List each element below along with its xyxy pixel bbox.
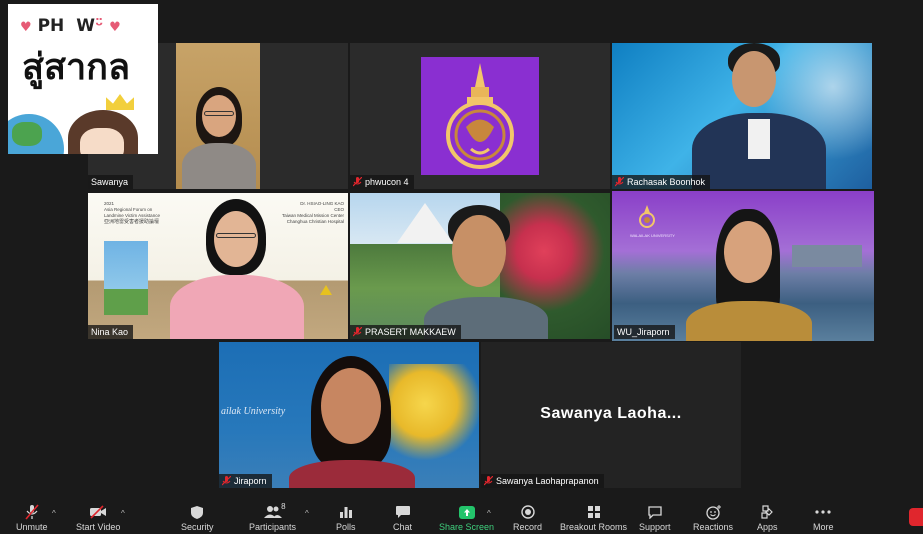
chevron-up-icon[interactable]: ^ <box>52 509 56 518</box>
heart-icon: ♥ <box>20 20 32 35</box>
security-button[interactable]: Security <box>181 504 214 532</box>
breakout-rooms-button[interactable]: Breakout Rooms <box>560 504 627 532</box>
name-tag: Rachasak Boonhok <box>612 175 711 189</box>
support-icon <box>646 504 664 520</box>
more-dots-icon <box>814 504 832 520</box>
video-tile-nina-kao[interactable]: 2021 Asia Regional Forum on Landmine Vic… <box>88 193 348 339</box>
university-logo <box>421 57 539 175</box>
background-caption: ailak University <box>221 406 286 417</box>
smiley-icon <box>704 504 722 520</box>
heart-icon: ♥ <box>109 20 121 35</box>
name-tag: WU_Jiraporn <box>614 325 675 339</box>
mic-muted-icon <box>222 476 231 486</box>
logo-text-thai: สู่สากล <box>22 47 131 88</box>
unmute-button[interactable]: Unmute <box>16 504 48 532</box>
more-button[interactable]: More <box>813 504 834 532</box>
participant-video <box>420 193 560 339</box>
name-tag: Sawanya <box>88 175 134 189</box>
participant-name-display: Sawanya Laoha... <box>540 405 682 423</box>
record-button[interactable]: Record <box>513 504 542 532</box>
name-tag: Jiraporn <box>219 474 272 488</box>
chat-bubble-icon <box>394 504 412 520</box>
polls-button[interactable]: Polls <box>336 504 356 532</box>
chevron-up-icon[interactable]: ^ <box>487 509 491 518</box>
breakout-grid-icon <box>585 504 603 520</box>
chat-button[interactable]: Chat <box>393 504 412 532</box>
character-illustration <box>64 94 144 154</box>
chevron-up-icon[interactable]: ^ <box>121 509 125 518</box>
participants-count: 8 <box>281 502 286 511</box>
video-tile-phwucon4[interactable]: phwucon 4 <box>350 43 610 189</box>
chevron-up-icon[interactable]: ^ <box>305 509 309 518</box>
participant-video <box>682 191 822 341</box>
support-button[interactable]: Support <box>639 504 671 532</box>
background-caption: WALAILAK UNIVERSITY <box>630 233 675 238</box>
meeting-toolbar: Unmute ^ Start Video ^ Security 8 Partic… <box>0 498 923 534</box>
participant-video <box>692 43 832 189</box>
participant-video <box>279 342 429 488</box>
video-tile-sawanya-laohaprapanon[interactable]: Sawanya Laoha... Sawanya Laohaprapanon <box>481 342 741 488</box>
logo-text-top: ♥ PH Wᵕ̈ ♥ <box>20 16 121 36</box>
video-tile-prasert[interactable]: PRASERT MAKKAEW <box>350 193 610 339</box>
share-screen-button[interactable]: Share Screen <box>439 504 494 532</box>
name-tag: phwucon 4 <box>350 175 414 189</box>
globe-illustration <box>8 114 64 154</box>
video-off-icon <box>89 504 107 520</box>
event-logo-overlay: ♥ PH Wᵕ̈ ♥ สู่สากล <box>8 4 158 154</box>
mic-muted-icon <box>353 177 362 187</box>
record-icon <box>519 504 537 520</box>
end-meeting-button[interactable] <box>909 508 923 526</box>
name-tag: Nina Kao <box>88 325 134 339</box>
participant-video <box>170 193 310 339</box>
participants-icon: 8 <box>263 502 286 520</box>
start-video-button[interactable]: Start Video <box>76 504 120 532</box>
apps-button[interactable]: Apps <box>757 504 778 532</box>
university-logo-small <box>638 205 656 229</box>
video-tile-wu-jiraporn[interactable]: WALAILAK UNIVERSITY WU_Jiraporn <box>612 191 874 341</box>
participant-video <box>176 43 260 189</box>
share-screen-icon <box>458 504 476 520</box>
reactions-button[interactable]: Reactions <box>693 504 733 532</box>
shield-icon <box>188 504 206 520</box>
mic-muted-icon <box>23 504 41 520</box>
mic-muted-icon <box>353 327 362 337</box>
bar-chart-icon <box>337 504 355 520</box>
participants-button[interactable]: 8 Participants <box>249 502 296 532</box>
mic-muted-icon <box>484 476 493 486</box>
name-tag: PRASERT MAKKAEW <box>350 325 461 339</box>
slide-background: 2021 Asia Regional Forum on Landmine Vic… <box>104 201 160 225</box>
name-tag: Sawanya Laohaprapanon <box>481 474 604 488</box>
video-tile-jiraporn[interactable]: ailak University Jiraporn <box>219 342 479 488</box>
apps-icon <box>758 504 776 520</box>
video-tile-rachasak[interactable]: Rachasak Boonhok <box>612 43 872 189</box>
mic-muted-icon <box>615 177 624 187</box>
